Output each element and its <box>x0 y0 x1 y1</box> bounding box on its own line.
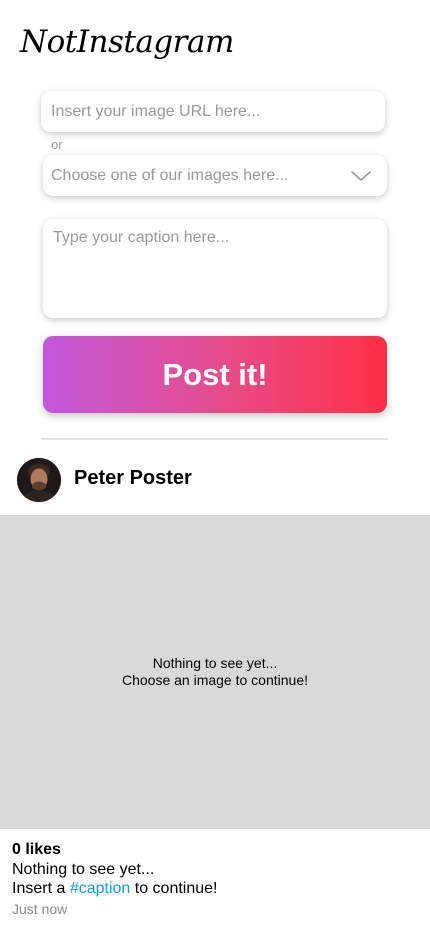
caption-line1: Nothing to see yet... <box>12 861 155 878</box>
image-select-placeholder: Choose one of our images here... <box>51 166 289 184</box>
caption-line2: Insert a #caption to continue! <box>12 880 217 898</box>
caption-suffix: to continue! <box>130 880 218 897</box>
post-timestamp: Just now <box>12 901 68 917</box>
avatar-photo <box>17 458 61 502</box>
or-label: or <box>51 137 63 152</box>
author-name: Peter Poster <box>74 467 192 489</box>
caption-prefix: Insert a <box>12 880 70 897</box>
image-placeholder-line2: Choose an image to continue! <box>121 672 308 688</box>
avatar <box>17 458 61 502</box>
post-image-placeholder: Nothing to see yet... Choose an image to… <box>0 515 430 829</box>
image-url-input[interactable] <box>41 91 385 132</box>
chevron-down-icon <box>351 170 371 181</box>
divider <box>41 438 388 440</box>
caption-input[interactable] <box>43 219 387 318</box>
caption-hashtag-link[interactable]: #caption <box>70 880 131 897</box>
likes-count: 0 likes <box>12 841 61 858</box>
image-placeholder-line1: Nothing to see yet... <box>152 655 278 671</box>
app-title: NotInstagram <box>20 24 234 60</box>
image-select-dropdown[interactable]: Choose one of our images here... <box>43 155 387 196</box>
post-button[interactable]: Post it! <box>43 336 387 413</box>
